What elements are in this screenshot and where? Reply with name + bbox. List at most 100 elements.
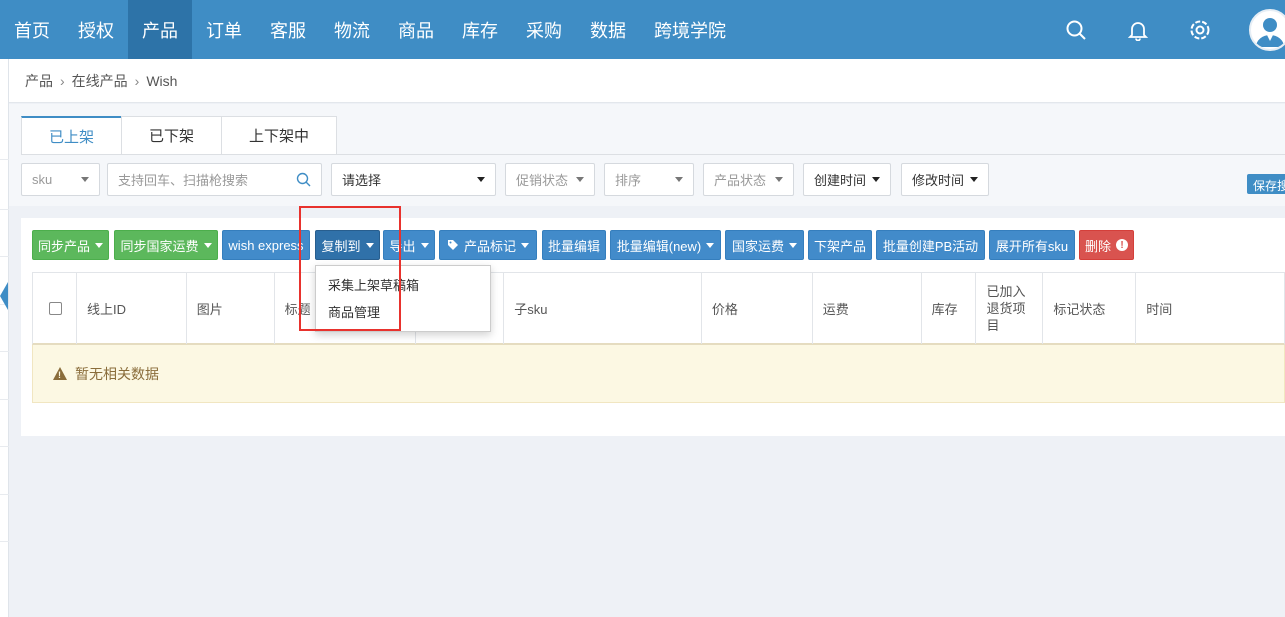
save-search-button[interactable]: 保存搜	[1247, 174, 1285, 194]
caret-down-icon	[872, 177, 880, 182]
search-icon[interactable]	[296, 172, 311, 187]
sidebar-divider	[0, 399, 9, 400]
sync-product-label: 同步产品	[37, 238, 90, 254]
nav-item-inventory[interactable]: 库存	[448, 0, 512, 59]
sort-select[interactable]: 排序	[604, 163, 694, 196]
menu-item-goods-management[interactable]: 商品管理	[316, 299, 490, 326]
tab-delisted[interactable]: 已下架	[121, 116, 221, 155]
gear-icon[interactable]	[1169, 0, 1231, 59]
nav-icon-group	[1045, 0, 1285, 59]
col-tag-status: 标记状态	[1043, 273, 1137, 344]
col-image: 图片	[187, 273, 275, 344]
expand-sku-button[interactable]: 展开所有sku	[989, 230, 1075, 260]
breadcrumb-item-product[interactable]: 产品	[25, 71, 53, 91]
caret-down-icon	[576, 177, 584, 182]
select-all-cell	[33, 273, 77, 344]
nav-item-goods[interactable]: 商品	[384, 0, 448, 59]
caret-down-icon	[521, 242, 529, 248]
batch-edit-button[interactable]: 批量编辑	[542, 230, 606, 260]
nav-item-academy[interactable]: 跨境学院	[640, 0, 740, 59]
sku-select[interactable]: sku	[21, 163, 100, 196]
col-sub-sku: 子sku	[504, 273, 702, 344]
caret-down-icon	[675, 177, 683, 182]
wish-express-button[interactable]: wish express	[222, 230, 310, 260]
sku-select-label: sku	[32, 172, 53, 187]
created-time-dropdown[interactable]: 创建时间	[803, 163, 891, 196]
batch-edit-new-button[interactable]: 批量编辑(new)	[610, 230, 721, 260]
sidebar-divider	[0, 351, 9, 352]
search-input[interactable]: 支持回车、扫描枪搜索	[107, 163, 322, 196]
bell-icon[interactable]	[1107, 0, 1169, 59]
filter-panel: 已上架 已下架 上下架中 sku 支持回车、扫描枪搜索 请选择 促销状态 排序 …	[9, 104, 1285, 206]
modified-time-dropdown[interactable]: 修改时间	[901, 163, 989, 196]
sidebar-divider	[0, 494, 9, 495]
col-price[interactable]: 价格	[702, 273, 813, 344]
sync-shipping-button[interactable]: 同步国家运费	[114, 230, 218, 260]
nav-item-auth[interactable]: 授权	[64, 0, 128, 59]
tag-icon	[447, 240, 458, 250]
nav-item-service[interactable]: 客服	[256, 0, 320, 59]
chevron-right-icon: ›	[134, 72, 140, 89]
col-online-id[interactable]: 线上ID	[77, 273, 187, 344]
col-time[interactable]: 时间	[1136, 273, 1284, 344]
caret-down-icon	[95, 242, 103, 248]
nav-item-home[interactable]: 首页	[0, 0, 64, 59]
breadcrumb-item-wish: Wish	[146, 72, 178, 89]
product-list-card: 同步产品 同步国家运费 wish express 复制到 导出 产品标记 批量编…	[21, 218, 1285, 436]
nav-item-logistics[interactable]: 物流	[320, 0, 384, 59]
product-table-header: 线上ID 图片 标题 子sku 价格 运费 库存 已加入退货项目 标记状态 时间	[32, 272, 1285, 345]
col-stock[interactable]: 库存	[922, 273, 977, 344]
breadcrumb-item-online-product[interactable]: 在线产品	[72, 71, 128, 91]
search-icon[interactable]	[1045, 0, 1107, 59]
modified-time-label: 修改时间	[912, 173, 965, 188]
promo-status-label: 促销状态	[516, 173, 569, 188]
caret-down-icon	[775, 177, 783, 182]
country-shipping-label: 国家运费	[731, 238, 784, 254]
nav-item-product[interactable]: 产品	[128, 0, 192, 59]
caret-down-icon	[789, 242, 797, 248]
nav-item-purchase[interactable]: 采购	[512, 0, 576, 59]
tab-in-progress[interactable]: 上下架中	[221, 116, 337, 155]
created-time-label: 创建时间	[814, 173, 867, 188]
sidebar-toggle-arrow-icon[interactable]	[0, 282, 8, 310]
sort-label: 排序	[615, 173, 642, 188]
sync-shipping-label: 同步国家运费	[120, 238, 199, 254]
export-button[interactable]: 导出	[383, 230, 435, 260]
chevron-right-icon: ›	[60, 72, 65, 89]
delete-button[interactable]: 删除!	[1079, 230, 1134, 260]
warning-icon: !	[53, 367, 67, 380]
col-return-program: 已加入退货项目	[976, 273, 1044, 344]
breadcrumb: 产品 › 在线产品 › Wish	[9, 59, 1285, 103]
sync-product-button[interactable]: 同步产品	[32, 230, 109, 260]
caret-down-icon	[420, 242, 429, 248]
sidebar-divider	[0, 541, 9, 542]
delist-product-button[interactable]: 下架产品	[808, 230, 872, 260]
copy-to-dropdown-menu: 采集上架草稿箱 商品管理	[315, 265, 491, 332]
create-pb-button[interactable]: 批量创建PB活动	[876, 230, 985, 260]
category-select[interactable]: 请选择	[331, 163, 496, 196]
tab-listed[interactable]: 已上架	[21, 116, 121, 155]
caret-down-icon	[203, 242, 212, 248]
country-shipping-button[interactable]: 国家运费	[725, 230, 804, 260]
empty-state-text: 暂无相关数据	[75, 365, 159, 382]
col-shipping[interactable]: 运费	[813, 273, 922, 344]
copy-to-button[interactable]: 复制到	[315, 230, 380, 260]
menu-item-draft-box[interactable]: 采集上架草稿箱	[316, 272, 490, 299]
product-tag-button[interactable]: 产品标记	[439, 230, 537, 260]
batch-edit-new-label: 批量编辑(new)	[616, 238, 702, 254]
product-status-select[interactable]: 产品状态	[703, 163, 794, 196]
caret-down-icon	[81, 177, 89, 182]
search-placeholder: 支持回车、扫描枪搜索	[118, 173, 249, 188]
user-avatar[interactable]	[1249, 8, 1285, 51]
caret-down-icon	[477, 177, 485, 182]
collapsed-sidebar	[0, 59, 9, 617]
nav-item-orders[interactable]: 订单	[192, 0, 256, 59]
caret-down-icon	[706, 242, 715, 248]
product-tag-label: 产品标记	[463, 238, 516, 254]
promo-status-select[interactable]: 促销状态	[505, 163, 595, 196]
select-all-checkbox[interactable]	[49, 302, 62, 315]
top-navigation: 首页 授权 产品 订单 客服 物流 商品 库存 采购 数据 跨境学院	[0, 0, 1285, 59]
exclamation-icon: !	[1116, 239, 1128, 251]
nav-item-data[interactable]: 数据	[576, 0, 640, 59]
category-select-label: 请选择	[342, 173, 382, 188]
